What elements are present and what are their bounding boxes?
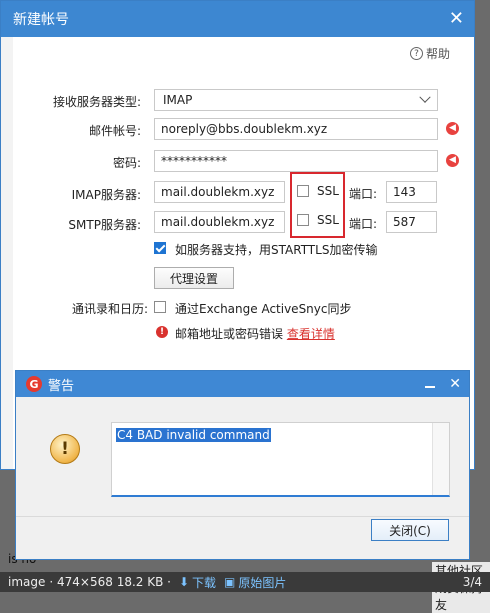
chevron-down-icon xyxy=(419,91,431,103)
imap-ssl-label: SSL xyxy=(317,184,339,198)
warning-dialog: G 警告 ✕ ! C4 BAD invalid command 关闭(C) xyxy=(15,370,470,560)
password-label: 密码: xyxy=(112,156,141,170)
imap-port-input[interactable] xyxy=(386,181,437,203)
warning-message: C4 BAD invalid command xyxy=(116,428,271,442)
exchange-sync-checkbox[interactable] xyxy=(154,301,166,313)
arrow-left-icon: ◀ xyxy=(449,155,456,165)
download-link[interactable]: ⬇ 下载 xyxy=(179,574,216,591)
proxy-settings-button[interactable]: 代理设置 xyxy=(154,267,234,289)
help-button[interactable]: ? 帮助 xyxy=(409,45,450,62)
smtp-ssl-label: SSL xyxy=(317,213,339,227)
help-icon: ? xyxy=(409,47,423,60)
close-icon[interactable]: ✕ xyxy=(449,10,464,28)
image-status-bar: image · 474×568 18.2 KB · ⬇ 下载 ▣ 原始图片 3/… xyxy=(0,572,490,592)
close-button[interactable]: 关闭(C) xyxy=(371,519,449,541)
server-type-label: 接收服务器类型: xyxy=(52,95,141,109)
smtp-ssl-checkbox[interactable] xyxy=(297,214,309,226)
smtp-server-label: SMTP服务器: xyxy=(68,218,141,232)
original-image-link[interactable]: ▣ 原始图片 xyxy=(224,574,286,591)
close-icon[interactable]: ✕ xyxy=(449,377,461,391)
dialog-title: 新建帐号 xyxy=(13,12,69,28)
imap-ssl-checkbox[interactable] xyxy=(297,185,309,197)
view-details-link[interactable]: 查看详情 xyxy=(287,327,335,341)
smtp-server-input[interactable] xyxy=(154,211,285,233)
imap-server-input[interactable] xyxy=(154,181,285,203)
error-icon: ! xyxy=(156,326,168,338)
password-remove-button[interactable]: ◀ xyxy=(446,154,459,167)
message-scrollbar[interactable] xyxy=(432,423,449,495)
image-icon: ▣ xyxy=(224,575,236,589)
arrow-left-icon: ◀ xyxy=(449,123,456,133)
account-label: 邮件帐号: xyxy=(88,124,141,138)
imap-port-label: 端口: xyxy=(349,187,378,201)
dialog-titlebar: 新建帐号 ✕ xyxy=(1,1,474,37)
image-label: image xyxy=(8,575,46,589)
warning-message-area[interactable]: C4 BAD invalid command xyxy=(111,422,450,497)
app-logo-icon: G xyxy=(26,376,42,392)
warning-titlebar: G 警告 ✕ xyxy=(16,371,469,397)
server-type-select[interactable]: IMAP xyxy=(154,89,438,111)
email-account-input[interactable] xyxy=(154,118,438,140)
contacts-calendar-label: 通讯录和日历: xyxy=(71,302,148,316)
exchange-sync-label: 通过Exchange ActiveSnyc同步 xyxy=(175,302,352,316)
error-message: 邮箱地址或密码错误 查看详情 xyxy=(175,327,335,341)
account-remove-button[interactable]: ◀ xyxy=(446,122,459,135)
starttls-checkbox[interactable] xyxy=(154,242,166,254)
smtp-port-label: 端口: xyxy=(349,217,378,231)
image-size: · 474×568 18.2 KB · xyxy=(49,575,171,589)
download-icon: ⬇ xyxy=(178,575,190,589)
warning-title: 警告 xyxy=(48,378,75,394)
imap-server-label: IMAP服务器: xyxy=(71,188,141,202)
starttls-label: 如服务器支持，用STARTTLS加密传输 xyxy=(175,243,378,257)
exclamation-icon: ! xyxy=(50,434,80,464)
minimize-icon[interactable] xyxy=(425,377,436,391)
ssl-highlight-box xyxy=(290,172,345,238)
page-indicator: 3/4 xyxy=(462,575,482,589)
password-input[interactable] xyxy=(154,150,438,172)
smtp-port-input[interactable] xyxy=(386,211,437,233)
